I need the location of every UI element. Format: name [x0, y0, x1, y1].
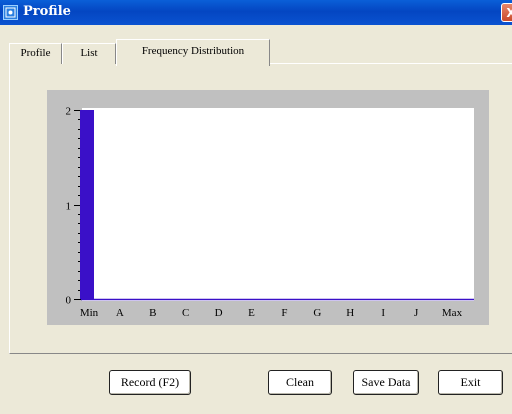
y-tick-label: 1: [66, 201, 72, 213]
x-tick-label: F: [281, 307, 287, 319]
exit-button[interactable]: Exit: [438, 370, 503, 395]
x-tick-label: C: [182, 307, 189, 319]
x-tick-label: D: [215, 307, 223, 319]
y-tick-label: 0: [66, 295, 72, 307]
bar: [80, 110, 94, 299]
x-tick-label: E: [248, 307, 255, 319]
x-tick-label: Min: [80, 307, 99, 319]
x-tick-label: Max: [442, 307, 463, 319]
tab-frequency-distribution[interactable]: Frequency Distribution: [116, 39, 270, 66]
record-button[interactable]: Record (F2): [109, 370, 191, 395]
clean-button[interactable]: Clean: [268, 370, 332, 395]
x-tick-label: G: [313, 307, 321, 319]
x-tick-label: A: [116, 307, 124, 319]
save-data-button[interactable]: Save Data: [353, 370, 419, 395]
x-tick-label: H: [346, 307, 354, 319]
x-tick-label: B: [149, 307, 156, 319]
y-tick-label: 2: [66, 106, 72, 118]
x-tick-label: I: [381, 307, 385, 319]
x-tick-label: J: [414, 307, 419, 319]
